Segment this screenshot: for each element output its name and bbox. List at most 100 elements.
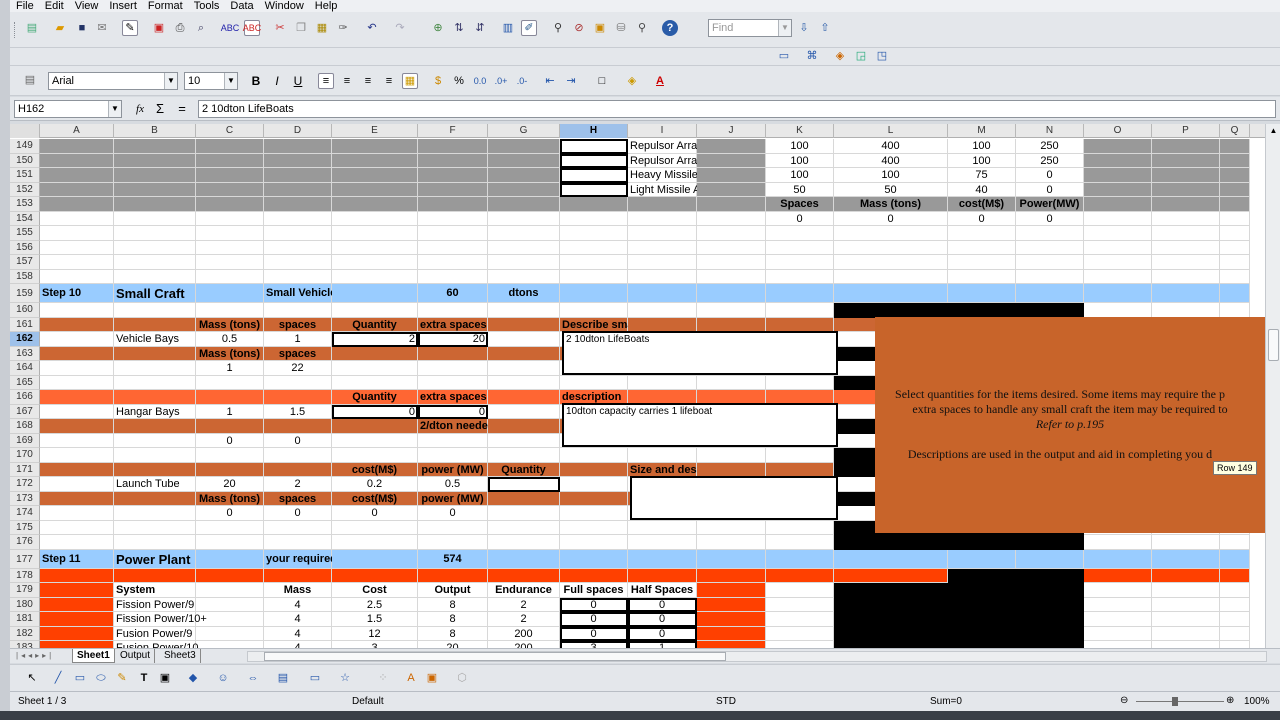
cell-a158[interactable] <box>40 269 114 284</box>
cell-j180[interactable] <box>697 597 766 612</box>
row-header-162[interactable]: 162 <box>10 332 40 347</box>
cell-b153[interactable] <box>114 197 196 212</box>
cell-f174[interactable]: 0 <box>418 506 488 521</box>
cell-p150[interactable] <box>1152 153 1220 168</box>
cell-j158[interactable] <box>697 269 766 284</box>
cell-g165[interactable] <box>488 375 560 390</box>
cell-o155[interactable] <box>1084 226 1152 241</box>
cell-a152[interactable] <box>40 182 114 197</box>
cell-f179[interactable]: Output <box>418 583 488 598</box>
cell-e164[interactable] <box>332 361 418 376</box>
cell-b178[interactable] <box>114 568 196 583</box>
cell-j183[interactable] <box>697 641 766 648</box>
row-header-175[interactable]: 175 <box>10 520 40 535</box>
cell-g170[interactable] <box>488 448 560 463</box>
callout-icon[interactable]: ▣ <box>157 670 173 686</box>
cell-f178[interactable] <box>418 568 488 583</box>
cell-j160[interactable] <box>697 303 766 318</box>
window-icon[interactable]: ▭ <box>776 48 792 64</box>
cell-g160[interactable] <box>488 303 560 318</box>
menu-window[interactable]: Window <box>259 0 309 12</box>
cell-m160[interactable] <box>948 303 1016 318</box>
cell-i155[interactable] <box>628 226 697 241</box>
cell-d164[interactable]: 22 <box>264 361 332 376</box>
cell-h177[interactable] <box>560 549 628 569</box>
cell-p153[interactable] <box>1152 197 1220 212</box>
cell-p180[interactable] <box>1152 597 1220 612</box>
cell-k149[interactable]: 100 <box>766 139 834 154</box>
cell-j155[interactable] <box>697 226 766 241</box>
background-color-icon[interactable]: ◈ <box>624 73 640 89</box>
tab-sheet1[interactable]: Sheet1 <box>72 649 115 663</box>
cell-b156[interactable] <box>114 240 196 255</box>
cell-g159[interactable]: dtons <box>488 284 560 303</box>
cell-h150[interactable] <box>560 153 628 168</box>
cell-h149[interactable] <box>560 139 628 154</box>
cell-l157[interactable] <box>834 255 948 270</box>
zoom-slider[interactable] <box>1136 701 1224 702</box>
cell-e153[interactable] <box>332 197 418 212</box>
cell-f151[interactable] <box>418 168 488 183</box>
cell-c166[interactable] <box>196 390 264 405</box>
cell-e166[interactable]: Quantity <box>332 390 418 405</box>
borders-icon[interactable]: □ <box>594 73 610 89</box>
cell-c161[interactable]: Mass (tons) <box>196 317 264 332</box>
italic-icon[interactable]: I <box>269 73 285 89</box>
cell-g180[interactable]: 2 <box>488 597 560 612</box>
cell-q160[interactable] <box>1220 303 1250 318</box>
cell-o160[interactable] <box>1084 303 1152 318</box>
cell-e165[interactable] <box>332 375 418 390</box>
cell-d162[interactable]: 1 <box>264 332 332 347</box>
text-icon[interactable]: T <box>136 670 152 686</box>
cell-l156[interactable] <box>834 240 948 255</box>
cell-l149[interactable]: 400 <box>834 139 948 154</box>
cell-b152[interactable] <box>114 182 196 197</box>
cell-k150[interactable]: 100 <box>766 153 834 168</box>
cell-l180[interactable] <box>834 597 948 612</box>
cell-d178[interactable] <box>264 568 332 583</box>
cell-b169[interactable] <box>114 433 196 448</box>
cell-h180[interactable]: 0 <box>560 597 628 612</box>
cell-o156[interactable] <box>1084 240 1152 255</box>
menu-edit[interactable]: Edit <box>39 0 69 12</box>
cell-e181[interactable]: 1.5 <box>332 612 418 627</box>
cell-b171[interactable] <box>114 462 196 477</box>
chevron-down-icon[interactable]: ▼ <box>164 73 177 89</box>
cell-d155[interactable] <box>264 226 332 241</box>
cell-f164[interactable] <box>418 361 488 376</box>
cell-a149[interactable] <box>40 139 114 154</box>
cell-o178[interactable] <box>1084 568 1152 583</box>
horizontal-scrollbar[interactable] <box>247 651 1267 662</box>
cell-g169[interactable] <box>488 433 560 448</box>
merge-cells-icon[interactable]: ▦ <box>402 73 418 89</box>
cell-q156[interactable] <box>1220 240 1250 255</box>
cell-p183[interactable] <box>1152 641 1220 648</box>
selection-mode[interactable]: STD <box>716 696 736 707</box>
cell-a171[interactable] <box>40 462 114 477</box>
column-header-l[interactable]: L <box>834 124 948 138</box>
cell-k176[interactable] <box>766 535 834 550</box>
cell-h171[interactable] <box>560 462 628 477</box>
cell-j179[interactable] <box>697 583 766 598</box>
cell-a182[interactable] <box>40 626 114 641</box>
cell-p154[interactable] <box>1152 211 1220 226</box>
cell-b177[interactable]: Power Plant <box>114 549 196 569</box>
chevron-down-icon[interactable]: ▼ <box>778 20 791 36</box>
cell-q183[interactable] <box>1220 641 1250 648</box>
cell-n149[interactable]: 250 <box>1016 139 1084 154</box>
row-header-172[interactable]: 172 <box>10 477 40 492</box>
scroll-up-icon[interactable]: ▲ <box>1268 126 1279 136</box>
cell-a155[interactable] <box>40 226 114 241</box>
cell-h179[interactable]: Full spaces <box>560 583 628 598</box>
menu-format[interactable]: Format <box>142 0 188 12</box>
formula-input[interactable]: 2 10dton LifeBoats <box>198 100 1276 118</box>
cell-d156[interactable] <box>264 240 332 255</box>
underline-icon[interactable]: U <box>290 73 306 89</box>
column-header-e[interactable]: E <box>332 124 418 138</box>
ellipse-icon[interactable]: ⬭ <box>93 670 109 686</box>
cell-m182[interactable] <box>948 626 1016 641</box>
row-header-159[interactable]: 159 <box>10 284 40 303</box>
cell-a180[interactable] <box>40 597 114 612</box>
cell-l152[interactable]: 50 <box>834 182 948 197</box>
zoom-in-icon[interactable]: ⊕ <box>1226 695 1234 706</box>
